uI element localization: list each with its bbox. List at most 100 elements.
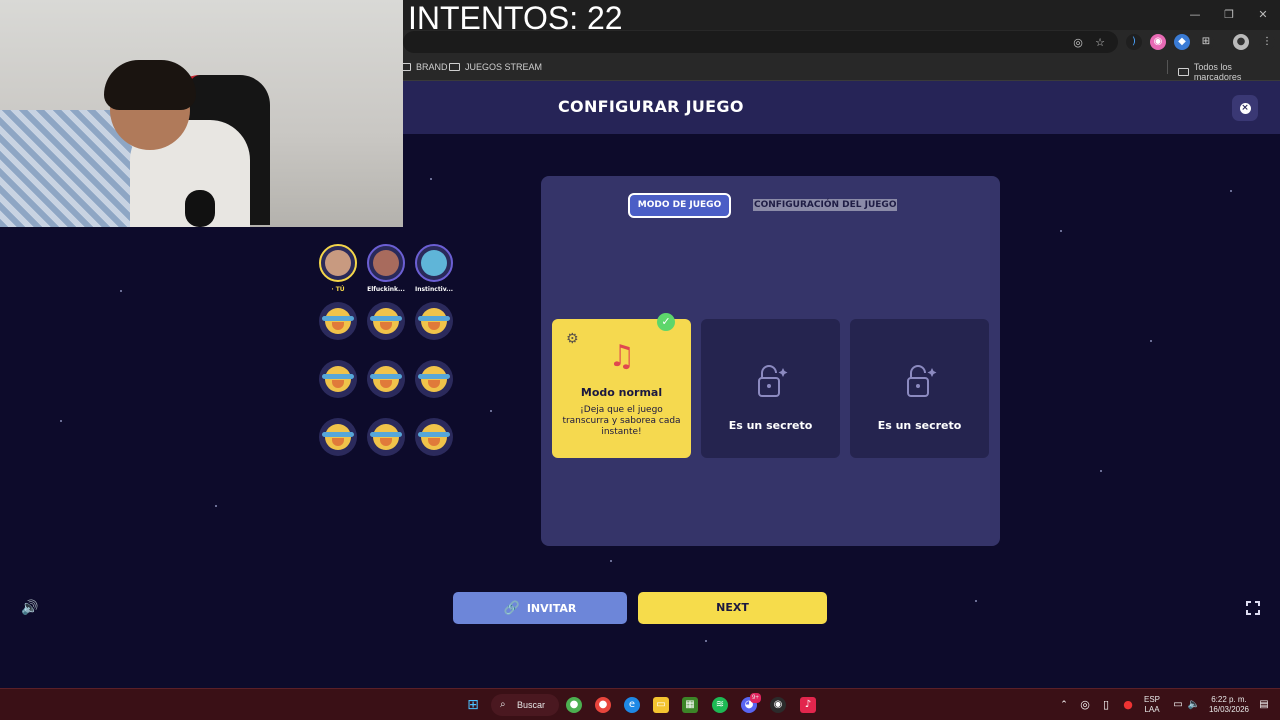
link-icon: 🔗 xyxy=(503,600,520,616)
tab-game-mode[interactable]: MODO DE JUEGO xyxy=(628,193,731,218)
restore-icon[interactable]: ❐ xyxy=(1212,0,1246,28)
clock-time: 6:22 p. m. xyxy=(1211,695,1247,704)
placeholder-avatar xyxy=(370,366,402,392)
mode-title: Es un secreto xyxy=(728,419,813,432)
clock[interactable]: 6:22 p. m. 16/03/2026 xyxy=(1204,695,1254,715)
player-name: Instinctiv... xyxy=(414,286,453,293)
empty-player-slot xyxy=(367,302,405,340)
star xyxy=(1150,340,1152,342)
cast-extension-icon[interactable]: ) xyxy=(1126,34,1142,50)
webcam-person-hair xyxy=(104,60,196,110)
next-button[interactable]: NEXT xyxy=(638,592,827,624)
bookmark-label: BRAND xyxy=(416,62,448,72)
star xyxy=(975,600,977,602)
eye-off-icon[interactable]: ◎ xyxy=(1071,36,1085,50)
star xyxy=(1060,230,1062,232)
minecraft-icon[interactable]: ▦ xyxy=(682,697,698,713)
invite-label: INVITAR xyxy=(526,601,577,615)
volume-icon[interactable]: 🔊 xyxy=(21,600,39,616)
all-bookmarks[interactable]: Todos los marcadores xyxy=(1178,62,1280,82)
language-indicator[interactable]: ESP LAA xyxy=(1140,695,1164,715)
defender-icon[interactable]: ◎ xyxy=(1077,697,1093,713)
page-title: CONFIGURAR JUEGO xyxy=(558,97,744,116)
star xyxy=(430,178,432,180)
edge-icon[interactable]: e xyxy=(624,697,640,713)
all-bookmarks-label: Todos los marcadores xyxy=(1193,62,1242,82)
invite-button[interactable]: 🔗 INVITAR xyxy=(453,592,627,624)
game-config-panel: MODO DE JUEGO CONFIGURACIÓN DEL JUEGO ⚙ … xyxy=(541,176,1000,546)
empty-player-slot xyxy=(415,360,453,398)
mode-card-secret[interactable]: Es un secreto xyxy=(701,319,840,458)
placeholder-avatar xyxy=(322,308,354,334)
bookmark-brand[interactable]: BRAND xyxy=(400,62,448,72)
player-avatar[interactable] xyxy=(367,244,405,282)
empty-player-slot xyxy=(367,418,405,456)
fullscreen-icon[interactable] xyxy=(1245,600,1261,616)
clock-date: 16/03/2026 xyxy=(1208,705,1250,714)
close-window-icon[interactable]: ✕ xyxy=(1246,0,1280,28)
keyboard-layout: LAA xyxy=(1144,705,1160,714)
bookmark-label: JUEGOS STREAM xyxy=(465,62,543,72)
folder-icon xyxy=(449,63,460,71)
star xyxy=(120,290,122,292)
chrome-alt-icon[interactable]: ● xyxy=(566,697,582,713)
star xyxy=(60,420,62,422)
network-icon[interactable]: ▭ xyxy=(1170,697,1186,713)
speaker-icon[interactable]: 🔈 xyxy=(1186,697,1202,713)
avatar xyxy=(373,250,399,276)
profile-avatar-icon[interactable]: ● xyxy=(1233,34,1249,50)
windows-start-icon[interactable]: ⊞ xyxy=(465,697,481,713)
close-icon: × xyxy=(1239,102,1251,114)
tiktok-icon[interactable]: ♪ xyxy=(800,697,816,713)
chevron-up-icon[interactable]: ⌃ xyxy=(1056,697,1072,713)
battery-icon[interactable]: ▯ xyxy=(1098,697,1114,713)
placeholder-avatar xyxy=(370,424,402,450)
language-code: ESP xyxy=(1143,695,1160,704)
notifications-icon[interactable]: ▤ xyxy=(1256,697,1272,713)
bookmarks-bar: BRAND JUEGOS STREAM Todos los marcadores xyxy=(400,54,1280,82)
empty-player-slot xyxy=(415,302,453,340)
star xyxy=(490,410,492,412)
microphone-icon[interactable]: ● xyxy=(1120,697,1136,713)
star xyxy=(705,640,707,642)
mode-card-normal[interactable]: ⚙ ✓ ♫ Modo normal ¡Deja que el juego tra… xyxy=(552,313,691,458)
minimize-icon[interactable]: — xyxy=(1178,0,1212,28)
star xyxy=(1100,470,1102,472)
mode-description: ¡Deja que el juego transcurra y saborea … xyxy=(562,405,681,437)
music-notes-icon: ♫ xyxy=(608,339,636,374)
empty-player-slot xyxy=(415,418,453,456)
empty-player-slot xyxy=(319,302,357,340)
webcam-overlay xyxy=(0,0,403,227)
bookmark-star-icon[interactable]: ☆ xyxy=(1093,36,1107,50)
placeholder-avatar xyxy=(322,366,354,392)
tab-game-settings[interactable]: CONFIGURACIÓN DEL JUEGO xyxy=(753,199,898,211)
extension-pink-icon[interactable]: ◉ xyxy=(1150,34,1166,50)
placeholder-avatar xyxy=(418,366,450,392)
lock-icon xyxy=(907,365,937,397)
mode-title: Modo normal xyxy=(580,386,663,399)
placeholder-avatar xyxy=(322,424,354,450)
avatar xyxy=(325,250,351,276)
browser-menu-icon[interactable]: ⋮ xyxy=(1259,34,1275,50)
bookmark-juegos-stream[interactable]: JUEGOS STREAM xyxy=(449,62,542,72)
check-icon: ✓ xyxy=(657,313,675,331)
lock-icon xyxy=(758,365,788,397)
bookmarks-divider xyxy=(1167,60,1168,74)
extension-blue-icon[interactable]: ◆ xyxy=(1174,34,1190,50)
player-avatar[interactable] xyxy=(415,244,453,282)
star xyxy=(610,560,612,562)
taskbar: ⊞ ⌕ Buscar ● ● e ▭ ▦ ≋ ◕ 9+ ◉ ♪ ⌃ ◎ ▯ ● … xyxy=(0,688,1280,720)
taskbar-search[interactable]: ⌕ Buscar xyxy=(491,694,559,716)
close-button[interactable]: × xyxy=(1232,95,1258,121)
player-avatar-you[interactable] xyxy=(319,244,357,282)
obs-icon[interactable]: ◉ xyxy=(770,697,786,713)
chrome-icon[interactable]: ● xyxy=(595,697,611,713)
empty-player-slot xyxy=(319,360,357,398)
search-label: Buscar xyxy=(517,700,546,710)
spotify-icon[interactable]: ≋ xyxy=(712,697,728,713)
placeholder-avatar xyxy=(418,424,450,450)
file-explorer-icon[interactable]: ▭ xyxy=(653,697,669,713)
mode-card-secret[interactable]: Es un secreto xyxy=(850,319,989,458)
gear-icon[interactable]: ⚙ xyxy=(566,332,580,346)
puzzle-extensions-icon[interactable]: ⊞ xyxy=(1198,34,1214,50)
